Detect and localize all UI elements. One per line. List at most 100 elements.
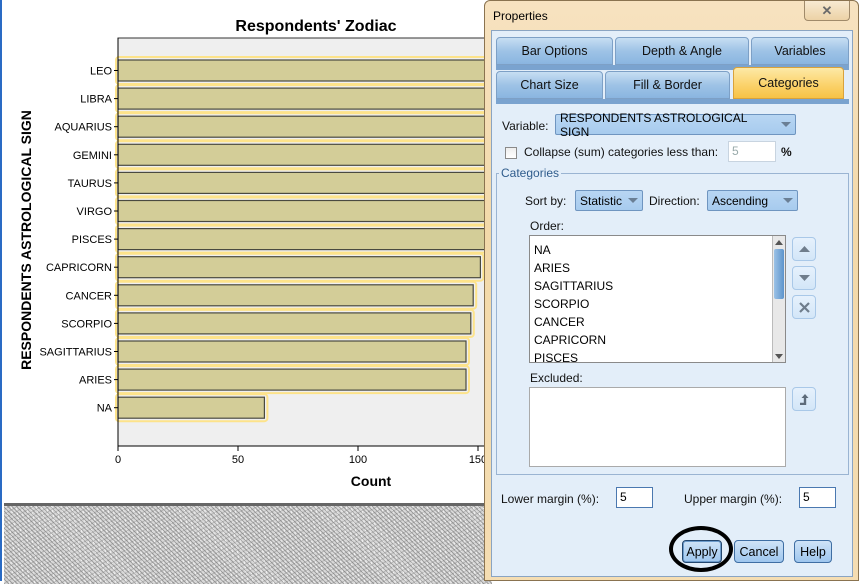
y-tick-label: PISCES (72, 234, 112, 246)
scroll-up-icon (775, 239, 783, 245)
order-scrollbar[interactable] (772, 236, 785, 362)
chevron-down-icon (781, 122, 791, 127)
categories-group-label: Categories (499, 166, 562, 180)
y-axis-label: RESPONDENTS ASTROLOGICAL SIGN (18, 110, 34, 370)
order-list-item[interactable]: PISCES (530, 349, 785, 362)
y-tick-label: NA (97, 403, 113, 415)
variable-value: RESPONDENTS ASTROLOGICAL SIGN (560, 110, 747, 139)
bar-virgo[interactable] (117, 199, 490, 223)
chart-editor-window: Respondents' Zodiac 0 50 100 150 LEO LIBRA AQ… (0, 0, 492, 584)
lower-margin-label: Lower margin (%): (501, 492, 600, 506)
bar-taurus[interactable] (117, 171, 490, 194)
bar-aquarius[interactable] (117, 115, 490, 138)
upper-margin-label: Upper margin (%): (684, 492, 783, 506)
order-list-item[interactable]: CAPRICORN (530, 331, 785, 349)
x-tick-label: 100 (349, 454, 367, 466)
close-button[interactable]: ✕ (804, 1, 850, 21)
tab-chart-size[interactable]: Chart Size (496, 71, 603, 99)
lower-margin-input[interactable]: 5 (616, 487, 653, 508)
move-down-button[interactable] (792, 266, 816, 290)
restore-arrow-icon (800, 394, 809, 405)
sort-by-dropdown[interactable]: Statistic (575, 190, 643, 211)
bar-scorpio[interactable] (117, 312, 472, 335)
excluded-listbox[interactable] (529, 387, 786, 467)
dialog-title: Properties (493, 9, 548, 23)
chevron-down-icon (628, 198, 639, 203)
collapse-checkbox[interactable] (505, 147, 517, 159)
tab-variables[interactable]: Variables (751, 37, 849, 65)
apply-button[interactable]: Apply (682, 540, 722, 563)
arrow-down-icon (798, 275, 810, 281)
y-tick-label: SCORPIO (61, 318, 112, 330)
x-tick-label: 50 (232, 454, 244, 466)
y-tick-label: LEO (90, 66, 112, 78)
tab-row-2: Chart Size Fill & Border Categories (496, 67, 844, 99)
scroll-down-icon (775, 353, 783, 359)
y-tick-label: LIBRA (80, 94, 112, 106)
collapse-unit: % (781, 145, 792, 159)
tab-depth-angle[interactable]: Depth & Angle (615, 37, 749, 65)
upper-margin-input[interactable]: 5 (799, 487, 836, 508)
bar-gemini[interactable] (117, 143, 490, 166)
direction-label: Direction: (649, 194, 700, 208)
y-tick-label: CAPRICORN (46, 262, 112, 274)
bar-sagittarius[interactable] (117, 340, 467, 363)
collapse-threshold-input[interactable]: 5 (728, 141, 776, 162)
order-list-items: NA ARIES SAGITTARIUS SCORPIO CANCER CAPRICORN… (530, 236, 785, 362)
canvas-background-pattern (4, 503, 492, 584)
chevron-down-icon (783, 198, 793, 203)
x-axis-label: Count (351, 473, 392, 489)
order-listbox[interactable]: NA ARIES SAGITTARIUS SCORPIO CANCER CAPRICORN… (529, 235, 786, 363)
scroll-thumb[interactable] (774, 249, 784, 299)
properties-dialog: Properties ✕ Bar Options Depth & Angle V… (484, 0, 859, 581)
bar-libra[interactable] (117, 87, 490, 110)
order-list-item[interactable]: SAGITTARIUS (530, 277, 785, 295)
excluded-label: Excluded: (530, 371, 583, 385)
variable-label-text: Variable: (502, 119, 549, 133)
direction-value: Ascending (712, 193, 769, 208)
help-button[interactable]: Help (794, 540, 832, 563)
y-tick-label: VIRGO (77, 206, 113, 218)
order-list-item[interactable]: ARIES (530, 259, 785, 277)
sort-by-value: Statistic (580, 193, 623, 208)
tab-bar-options[interactable]: Bar Options (496, 37, 613, 65)
x-tick-label: 0 (115, 454, 121, 466)
variable-dropdown[interactable]: RESPONDENTS ASTROLOGICAL SIGN (555, 111, 796, 139)
y-tick-label: AQUARIUS (55, 122, 112, 134)
order-list-item[interactable]: NA (530, 241, 785, 259)
bar-chart: Respondents' Zodiac 0 50 100 150 LEOLIBRAAQ… (18, 18, 490, 489)
tab-categories[interactable]: Categories (733, 67, 844, 99)
arrow-up-icon (798, 246, 810, 252)
restore-button[interactable] (792, 387, 816, 411)
move-up-button[interactable] (792, 237, 816, 261)
bar-cancer[interactable] (117, 284, 474, 307)
direction-dropdown[interactable]: Ascending (707, 190, 798, 211)
dialog-body: Bar Options Depth & Angle Variables Char… (491, 30, 853, 577)
tab-row-divider (496, 99, 849, 104)
tab-fill-border[interactable]: Fill & Border (605, 71, 730, 99)
variable-label: Variable: (502, 119, 548, 133)
sort-by-label: Sort by: (525, 194, 567, 208)
tab-row-1: Bar Options Depth & Angle Variables (496, 37, 849, 65)
y-tick-label: SAGITTARIUS (39, 347, 112, 359)
exclude-button[interactable] (792, 295, 816, 319)
x-icon (798, 301, 810, 313)
close-icon: ✕ (821, 2, 833, 18)
order-list-item[interactable]: SCORPIO (530, 295, 785, 313)
y-tick-label: ARIES (79, 375, 112, 387)
bar-leo[interactable] (117, 59, 490, 82)
bar-aries[interactable] (117, 368, 467, 391)
chart-title: Respondents' Zodiac (235, 18, 396, 35)
y-tick-label: CANCER (66, 290, 113, 302)
scroll-up-arrow[interactable] (773, 236, 785, 248)
order-list-item[interactable]: CANCER (530, 313, 785, 331)
categories-group: Categories Sort by: Statistic Direction:… (496, 166, 849, 475)
y-tick-label: TAURUS (68, 178, 112, 190)
order-label: Order: (530, 219, 565, 233)
bar-na[interactable] (117, 396, 265, 419)
collapse-label: Collapse (sum) categories less than: (524, 145, 719, 159)
bar-capricorn[interactable] (117, 256, 481, 279)
scroll-down-arrow[interactable] (773, 350, 785, 362)
bar-pisces[interactable] (117, 228, 490, 251)
cancel-button[interactable]: Cancel (734, 540, 784, 563)
